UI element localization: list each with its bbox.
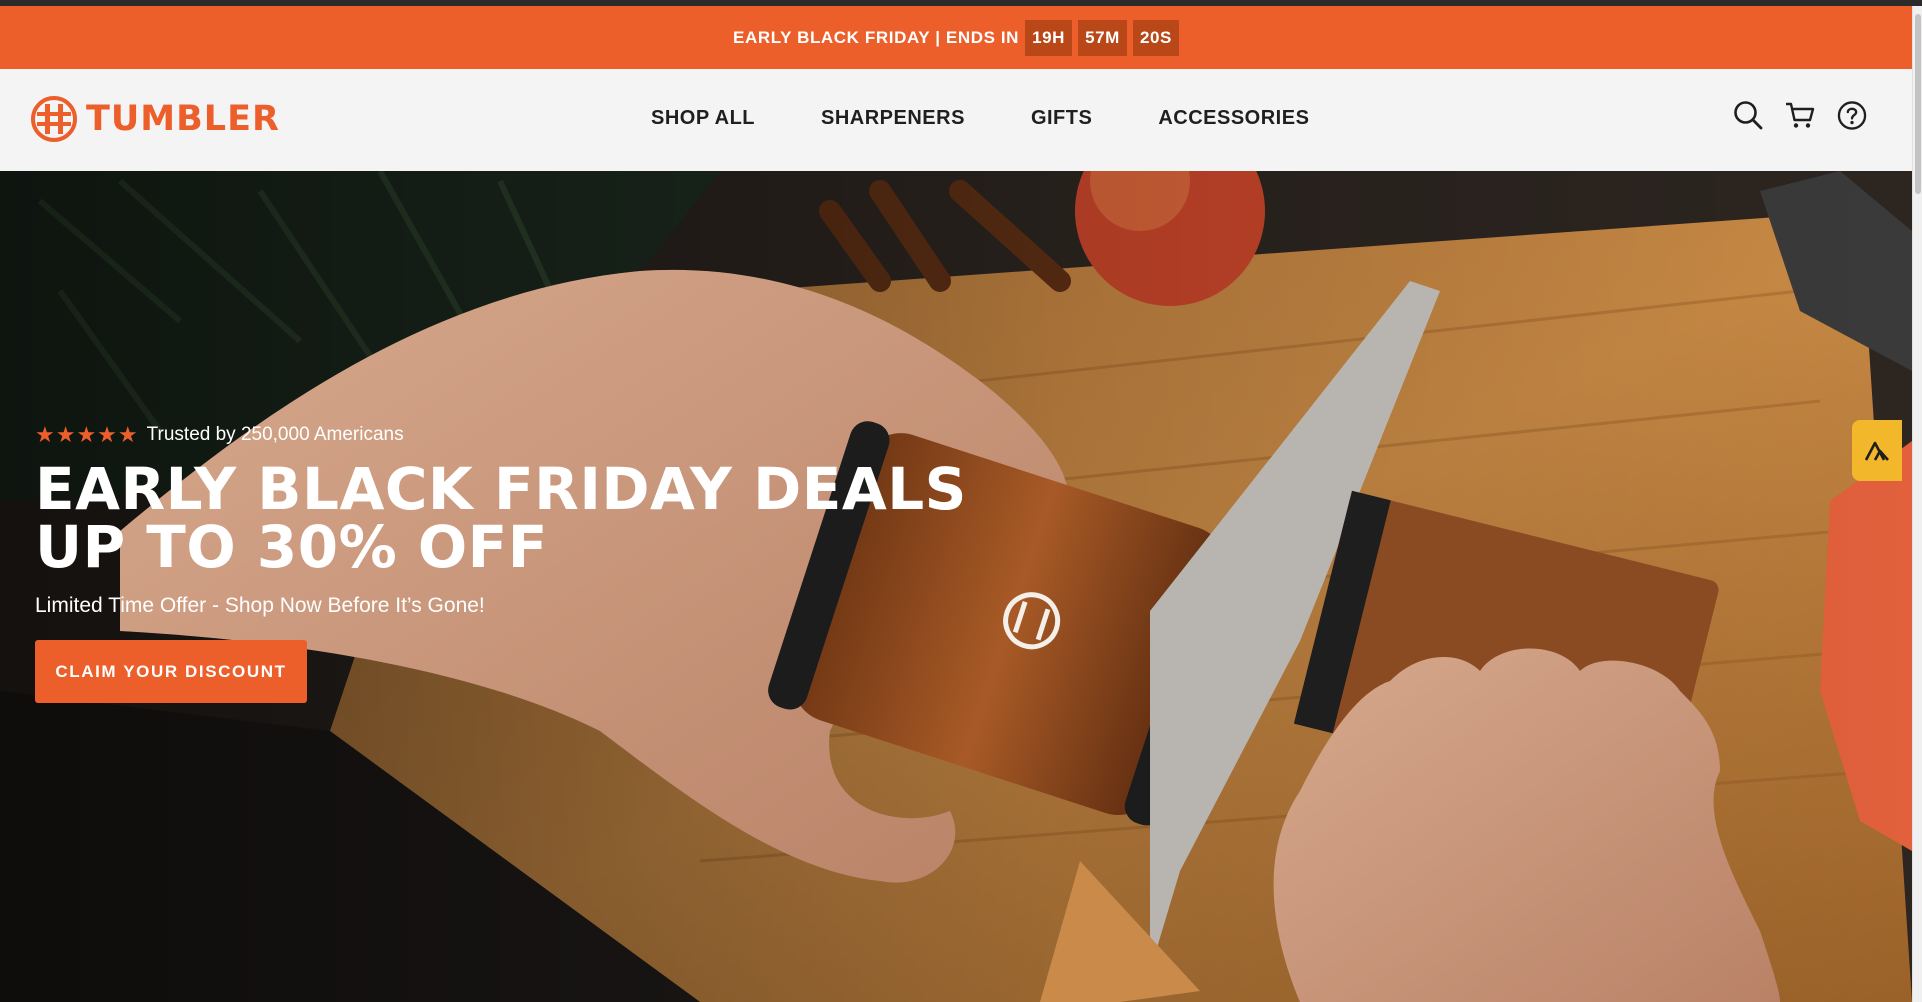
timer-minutes: 57M bbox=[1078, 19, 1127, 56]
hero-headline: EARLY BLACK FRIDAY DEALS UP TO 30% OFF bbox=[35, 460, 967, 576]
hero-subheadline: Limited Time Offer - Shop Now Before It’… bbox=[35, 594, 485, 617]
scrollbar-thumb[interactable] bbox=[1915, 14, 1921, 194]
trust-rating: ★★★★★ Trusted by 250,000 Americans bbox=[35, 422, 967, 448]
nav-accessories[interactable]: ACCESSORIES bbox=[1158, 107, 1309, 130]
brand-name: TUMBLER bbox=[86, 99, 280, 139]
announcement-bar: EARLY BLACK FRIDAY | ENDS IN 19H 57M 20S bbox=[0, 6, 1912, 69]
timer-seconds: 20S bbox=[1132, 19, 1179, 56]
brand-logo[interactable]: TUMBLER bbox=[30, 95, 280, 143]
side-widget-button[interactable] bbox=[1852, 420, 1902, 481]
site-header: TUMBLER SHOP ALL SHARPENERS GIFTS ACCESS… bbox=[0, 69, 1912, 171]
headline-line-1: EARLY BLACK FRIDAY DEALS bbox=[35, 455, 967, 523]
main-nav: SHOP ALL SHARPENERS GIFTS ACCESSORIES bbox=[651, 107, 1375, 130]
hero-banner: ★★★★★ Trusted by 250,000 Americans EARLY… bbox=[0, 171, 1912, 1002]
nav-sharpeners[interactable]: SHARPENERS bbox=[821, 107, 965, 130]
cart-icon[interactable] bbox=[1785, 99, 1815, 131]
logo-mark-icon bbox=[31, 96, 77, 142]
search-icon[interactable] bbox=[1733, 99, 1763, 131]
claim-discount-button[interactable]: CLAIM YOUR DISCOUNT bbox=[35, 640, 307, 703]
rating-text: Trusted by 250,000 Americans bbox=[146, 424, 404, 445]
star-rating-icon: ★★★★★ bbox=[35, 422, 139, 447]
hero-content: ★★★★★ Trusted by 250,000 Americans EARLY… bbox=[35, 422, 967, 703]
headline-line-2: UP TO 30% OFF bbox=[35, 513, 548, 581]
header-actions bbox=[1733, 99, 1867, 131]
nav-shop-all[interactable]: SHOP ALL bbox=[651, 107, 755, 130]
page-scrollbar[interactable] bbox=[1912, 6, 1922, 1002]
widget-logo-icon bbox=[1864, 441, 1889, 461]
announcement-text: EARLY BLACK FRIDAY | ENDS IN bbox=[733, 27, 1020, 47]
help-icon[interactable] bbox=[1837, 99, 1867, 131]
timer-hours: 19H bbox=[1025, 19, 1073, 56]
nav-gifts[interactable]: GIFTS bbox=[1031, 107, 1092, 130]
